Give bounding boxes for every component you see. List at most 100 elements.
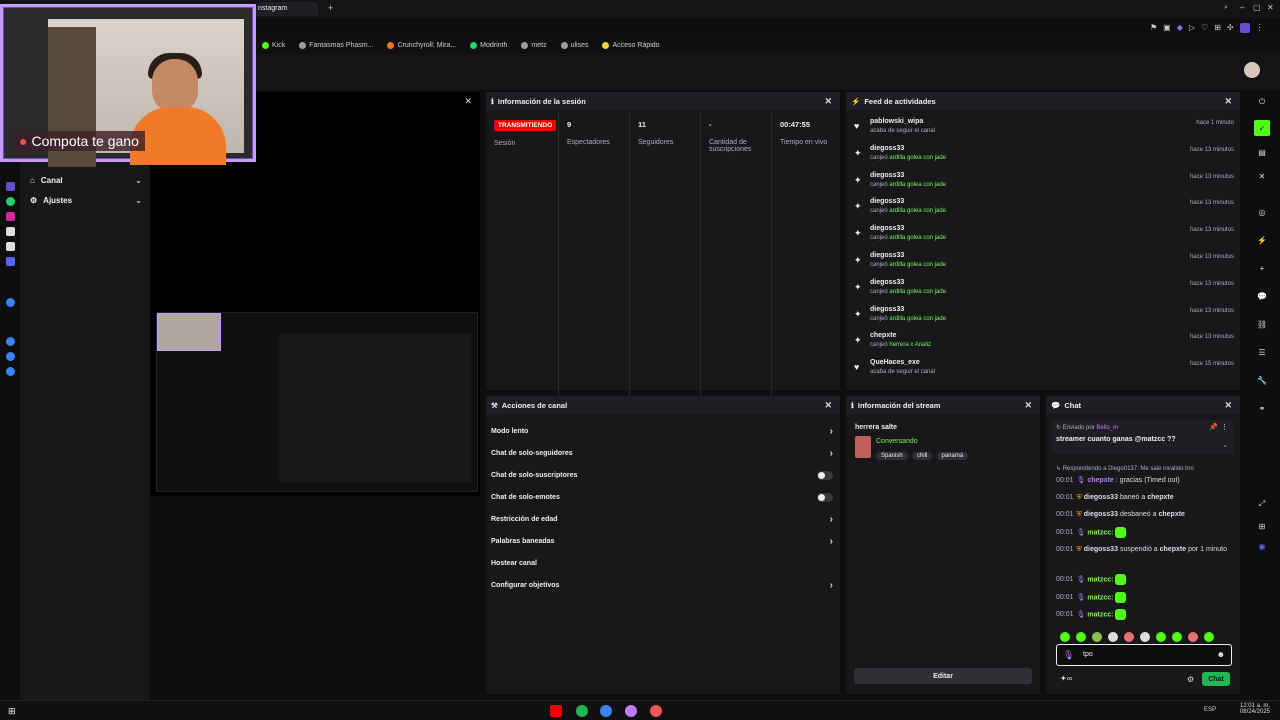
obs-app-icon[interactable] [550,705,562,717]
chevron-down-icon[interactable]: ⌄ [1222,441,1228,449]
expand-icon[interactable]: ⤢ [1256,498,1268,510]
quick-emote-icon[interactable] [1188,632,1198,642]
instagram-icon[interactable] [5,212,15,221]
extension-icon[interactable]: ▣ [1163,23,1171,33]
close-icon[interactable]: ✕ [1224,96,1232,107]
quick-emote-icon[interactable] [1076,632,1086,642]
menu-icon[interactable]: ⋮ [1256,23,1264,33]
settings-icon[interactable] [5,298,15,307]
search-tabs-icon[interactable]: ⌕ [1224,4,1228,12]
language-indicator[interactable]: ESP [1204,707,1216,713]
chat-username[interactable]: diegoss33 [1084,511,1118,518]
stream-category[interactable]: Conversando [876,438,918,445]
minimize-icon[interactable]: – [1240,3,1244,12]
plus-icon[interactable]: + [1256,262,1268,274]
bookmark-item[interactable]: Crunchyroll: Mira... [387,41,456,49]
chat-emote-icon[interactable] [1115,609,1127,620]
app-icon[interactable] [625,705,637,717]
chat-username[interactable]: diegoss33 [1084,546,1118,553]
start-icon[interactable]: ⊞ [8,706,16,717]
layout-icon[interactable]: ▤ [1256,146,1268,158]
browser-tab[interactable]: nstagram [256,2,318,16]
chat-icon[interactable]: 💬 [1256,290,1268,302]
chat-username[interactable]: matzcc: [1087,594,1113,601]
users-icon[interactable]: ⚭ [1256,402,1268,414]
close-icon[interactable]: ✕ [1256,170,1268,182]
tag[interactable]: chill [911,452,933,460]
channel-action-row[interactable]: Restricción de edad › [491,510,833,528]
bookmark-item[interactable]: ulises [560,41,588,49]
toggle-switch[interactable] [817,470,833,480]
chat-input[interactable]: 🎙 tpo ☻ [1056,644,1232,666]
spotify-icon[interactable] [576,705,588,717]
grid-icon[interactable]: ⊞ [1214,23,1221,33]
new-tab-button[interactable]: + [328,3,333,13]
channel-action-row[interactable]: Chat de solo-emotes [491,488,833,506]
chat-emote-icon[interactable] [1115,592,1127,603]
close-icon[interactable]: ✕ [824,96,832,107]
list-icon[interactable]: ☰ [1256,346,1268,358]
activity-user[interactable]: diegoss33 [870,252,904,259]
bookmark-item[interactable]: Modrinth [470,41,507,49]
discord-icon[interactable]: ◉ [1256,540,1268,552]
chat-username[interactable]: matzcc: [1087,529,1113,536]
chat-target-user[interactable]: chepxte [1158,511,1184,518]
emote-picker-icon[interactable]: ☻ [1217,650,1225,659]
grid-icon[interactable]: ⊞ [1256,520,1268,532]
twitch-icon[interactable] [5,182,15,191]
bolt-icon[interactable]: ⚡ [1256,234,1268,246]
play-icon[interactable]: ▷ [1189,23,1195,33]
chat-target-user[interactable]: chepxte [1147,494,1173,501]
chat-username[interactable]: chepxte [1087,477,1113,484]
quick-emote-icon[interactable] [1204,632,1214,642]
webcam-overlay[interactable]: ● Compota te gano [0,4,256,167]
channel-action-row[interactable]: Palabras baneadas › [491,532,833,550]
maximize-icon[interactable]: ▢ [1253,3,1261,12]
profile-icon[interactable] [1239,23,1250,33]
check-icon[interactable]: ✓ [1254,120,1270,136]
channel-action-row[interactable]: Chat de solo-suscriptores [491,466,833,484]
bookmark-item[interactable]: metz [521,41,547,49]
gear-icon[interactable]: ⚙ [1187,675,1194,684]
app-icon-2[interactable] [650,705,662,717]
info-icon[interactable] [5,352,15,361]
gear-icon[interactable] [5,367,15,376]
browser-app-icon[interactable] [600,705,612,717]
quick-emote-icon[interactable] [1172,632,1182,642]
wrench-icon[interactable]: 🔧 [1256,374,1268,386]
bookmark-icon[interactable]: ⚑ [1150,23,1157,33]
chat-input-value[interactable]: tpo [1083,651,1093,658]
link-icon[interactable]: ⛓ [1256,318,1268,330]
quick-emote-icon[interactable] [1060,632,1070,642]
close-window-icon[interactable]: ✕ [1267,3,1274,12]
channel-action-row[interactable]: Configurar objetivos › [491,576,833,594]
whatsapp-icon[interactable] [5,197,15,206]
edit-stream-button[interactable]: Editar [854,668,1032,684]
activity-user[interactable]: diegoss33 [870,225,904,232]
bookmark-item[interactable]: Fantasmas Phasm... [299,41,373,49]
activity-user[interactable]: diegoss33 [870,145,904,152]
activity-user[interactable]: chepxte [870,332,896,339]
heart-icon[interactable]: ♡ [1201,23,1208,33]
stream-preview-video[interactable] [156,312,478,492]
x-icon[interactable] [5,242,15,251]
activity-user[interactable]: pablowski_wipa [870,118,923,125]
chat-username[interactable]: matzcc: [1087,611,1113,618]
chat-username[interactable]: diegoss33 [1084,494,1118,501]
activity-user[interactable]: QueHaces_exe [870,359,920,366]
more-icon[interactable]: ⋮ [1221,423,1228,431]
channel-action-row[interactable]: Chat de solo-seguidores › [491,444,833,462]
chat-username[interactable]: matzcc: [1087,576,1113,583]
discord-icon[interactable] [5,257,15,266]
bookmark-item[interactable]: Acceso Rápido [602,41,660,49]
channel-action-row[interactable]: Hostear canal [491,554,833,572]
points-icon[interactable]: ✦∞ [1060,674,1072,683]
camera-icon[interactable]: ◎ [1256,206,1268,218]
bookmark-item[interactable]: Kick [262,41,285,49]
avatar[interactable] [1244,62,1260,78]
clock[interactable]: 12:01 a. m. 08/24/2025 [1222,703,1270,715]
quick-emote-icon[interactable] [1140,632,1150,642]
power-icon[interactable]: ⏻ [1256,96,1268,108]
puzzle-icon[interactable]: ✣ [1227,23,1234,33]
tag[interactable]: panamá [936,452,969,460]
